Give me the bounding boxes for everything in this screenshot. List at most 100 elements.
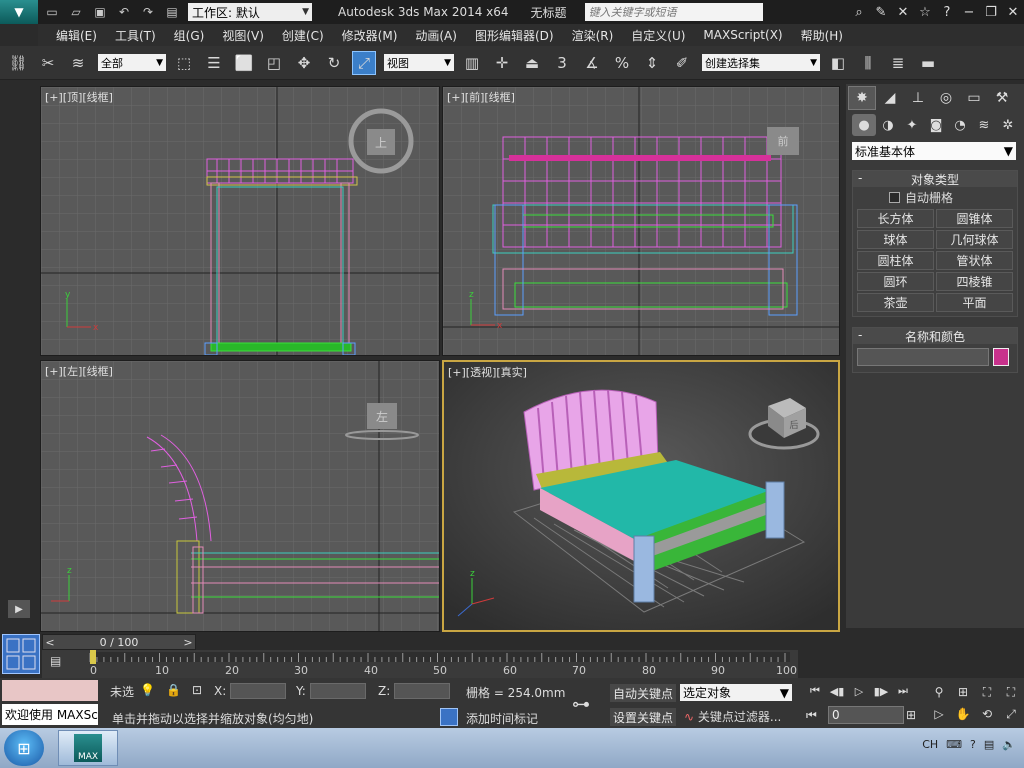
autogrid-checkbox[interactable]: [889, 191, 900, 203]
absolute-mode-icon[interactable]: ⊡: [192, 683, 202, 697]
select-manipulate-icon[interactable]: ✛: [490, 51, 514, 75]
z-field[interactable]: [394, 683, 451, 699]
goto-start-icon[interactable]: ⏮: [804, 682, 826, 700]
menu-views[interactable]: 视图(V): [222, 27, 264, 44]
expand-arrow-icon[interactable]: ▶: [8, 600, 30, 618]
menu-group[interactable]: 组(G): [174, 27, 205, 44]
menu-modifiers[interactable]: 修改器(M): [342, 27, 398, 44]
scale-icon[interactable]: ⤢: [352, 50, 376, 75]
favorites-icon[interactable]: ☆: [914, 5, 936, 20]
isolate-icon[interactable]: 💡: [140, 683, 155, 697]
percent-snap-icon[interactable]: %: [610, 51, 634, 75]
menu-rendering[interactable]: 渲染(R): [572, 27, 614, 44]
key-mode-toggle-icon[interactable]: ⏮: [806, 708, 817, 723]
volume-icon[interactable]: 🔈: [1002, 738, 1016, 751]
edit-named-selection-icon[interactable]: ✐: [670, 51, 694, 75]
modify-tab-icon[interactable]: ◢: [876, 86, 904, 110]
lights-icon[interactable]: ✦: [900, 114, 924, 136]
window-crossing-icon[interactable]: ◰: [262, 51, 286, 75]
project-folder-icon[interactable]: ▤: [162, 3, 182, 21]
menu-edit[interactable]: 编辑(E): [56, 27, 97, 44]
minimize-icon[interactable]: −: [958, 5, 980, 20]
track-bar[interactable]: ▤ 0 10 20 30 40 50 60 70 80 90 100: [42, 650, 798, 678]
display-tab-icon[interactable]: ▭: [960, 86, 988, 110]
save-file-icon[interactable]: ▣: [90, 3, 110, 21]
pivot-point-icon[interactable]: ▥: [460, 51, 484, 75]
pan-icon[interactable]: ✋: [952, 704, 974, 724]
name-color-header[interactable]: - 名称和颜色: [853, 328, 1017, 344]
keyboard-shortcut-icon[interactable]: ⏏: [520, 51, 544, 75]
viewport-perspective-label[interactable]: [+][透视][真实]: [448, 364, 527, 380]
hierarchy-tab-icon[interactable]: ⊥: [904, 86, 932, 110]
viewport-left[interactable]: [+][左][线框] 左 z: [40, 360, 440, 632]
cone-button[interactable]: 圆锥体: [936, 209, 1013, 228]
redo-icon[interactable]: ↷: [138, 3, 158, 21]
utilities-tab-icon[interactable]: ⚒: [988, 86, 1016, 110]
align-icon[interactable]: ⫼: [856, 51, 880, 75]
link-icon[interactable]: ⛓: [6, 51, 30, 75]
graphite-ribbon-icon[interactable]: ▬: [916, 51, 940, 75]
previous-frame-icon[interactable]: <: [43, 636, 57, 649]
unlink-icon[interactable]: ✂: [36, 51, 60, 75]
binoculars-icon[interactable]: ⌕: [848, 5, 870, 20]
next-key-icon[interactable]: ▮▶: [870, 682, 892, 700]
zoom-all-icon[interactable]: ⊞: [952, 682, 974, 702]
viewport-perspective[interactable]: [+][透视][真实] 后 z: [442, 360, 840, 632]
reference-coord-dropdown[interactable]: 视图 ▼: [384, 54, 454, 71]
geometry-icon[interactable]: ●: [852, 114, 876, 136]
menu-customize[interactable]: 自定义(U): [631, 27, 685, 44]
named-selection-dropdown[interactable]: 创建选择集 ▼: [702, 54, 820, 71]
viewport-front-label[interactable]: [+][前][线框]: [447, 89, 515, 105]
help-icon[interactable]: ?: [936, 5, 958, 20]
auto-key-button[interactable]: 自动关键点: [610, 684, 676, 702]
menu-tools[interactable]: 工具(T): [115, 27, 156, 44]
spinner-snap-icon[interactable]: ⇕: [640, 51, 664, 75]
shapes-icon[interactable]: ◑: [876, 114, 900, 136]
viewport-top-label[interactable]: [+][顶][线框]: [45, 89, 113, 105]
network-icon[interactable]: ▤: [984, 738, 994, 751]
language-indicator[interactable]: CH: [922, 738, 938, 751]
plane-button[interactable]: 平面: [936, 293, 1013, 312]
cylinder-button[interactable]: 圆柱体: [857, 251, 934, 270]
box-button[interactable]: 长方体: [857, 209, 934, 228]
help-tray-icon[interactable]: ?: [970, 738, 976, 751]
object-color-swatch[interactable]: [993, 348, 1009, 366]
play-icon[interactable]: ▷: [848, 682, 870, 700]
maximize-viewport-icon[interactable]: ⤢: [1000, 704, 1022, 724]
communication-icon[interactable]: ✕: [892, 5, 914, 20]
close-icon[interactable]: ✕: [1002, 5, 1024, 20]
start-button[interactable]: ⊞: [4, 730, 44, 766]
angle-snap-icon[interactable]: ∡: [580, 51, 604, 75]
geometry-category-dropdown[interactable]: 标准基本体 ▼: [852, 142, 1016, 160]
selection-filter-dropdown[interactable]: 全部 ▼: [98, 54, 166, 71]
selection-lock-icon[interactable]: 🔒: [166, 683, 181, 697]
workspace-dropdown[interactable]: 工作区: 默认 ▼: [188, 3, 312, 21]
systems-icon[interactable]: ✲: [996, 114, 1020, 136]
viewport-top[interactable]: [+][顶][线框] 上 y x: [40, 86, 440, 356]
viewport-layout-button[interactable]: [2, 634, 40, 674]
key-icon[interactable]: ⊶: [572, 694, 590, 715]
object-type-header[interactable]: - 对象类型: [853, 171, 1017, 187]
set-key-button[interactable]: 设置关键点: [610, 708, 676, 726]
menu-graph-editors[interactable]: 图形编辑器(D): [475, 27, 554, 44]
keyboard-icon[interactable]: ⌨: [946, 738, 962, 751]
teapot-button[interactable]: 茶壶: [857, 293, 934, 312]
maxscript-mini-listener[interactable]: 欢迎使用 MAXScri: [2, 704, 98, 725]
time-config-icon[interactable]: ⊞: [906, 708, 916, 722]
menu-create[interactable]: 创建(C): [282, 27, 324, 44]
add-time-tag[interactable]: 添加时间标记: [466, 710, 538, 727]
cameras-icon[interactable]: ◙: [924, 114, 948, 136]
taskbar-3dsmax[interactable]: MAX: [58, 730, 118, 766]
current-frame-field[interactable]: 0: [828, 706, 904, 724]
layer-manager-icon[interactable]: ≣: [886, 51, 910, 75]
menu-animation[interactable]: 动画(A): [415, 27, 457, 44]
sphere-button[interactable]: 球体: [857, 230, 934, 249]
search-input[interactable]: 键入关键字或短语: [584, 3, 763, 21]
viewport-front[interactable]: [+][前][线框] 前 z x: [442, 86, 840, 356]
time-tag-icon[interactable]: [440, 708, 458, 726]
space-warps-icon[interactable]: ≋: [972, 114, 996, 136]
menu-maxscript[interactable]: MAXScript(X): [703, 28, 782, 42]
tube-button[interactable]: 管状体: [936, 251, 1013, 270]
time-slider[interactable]: < 0 / 100 >: [42, 634, 196, 650]
mirror-icon[interactable]: ◧: [826, 51, 850, 75]
